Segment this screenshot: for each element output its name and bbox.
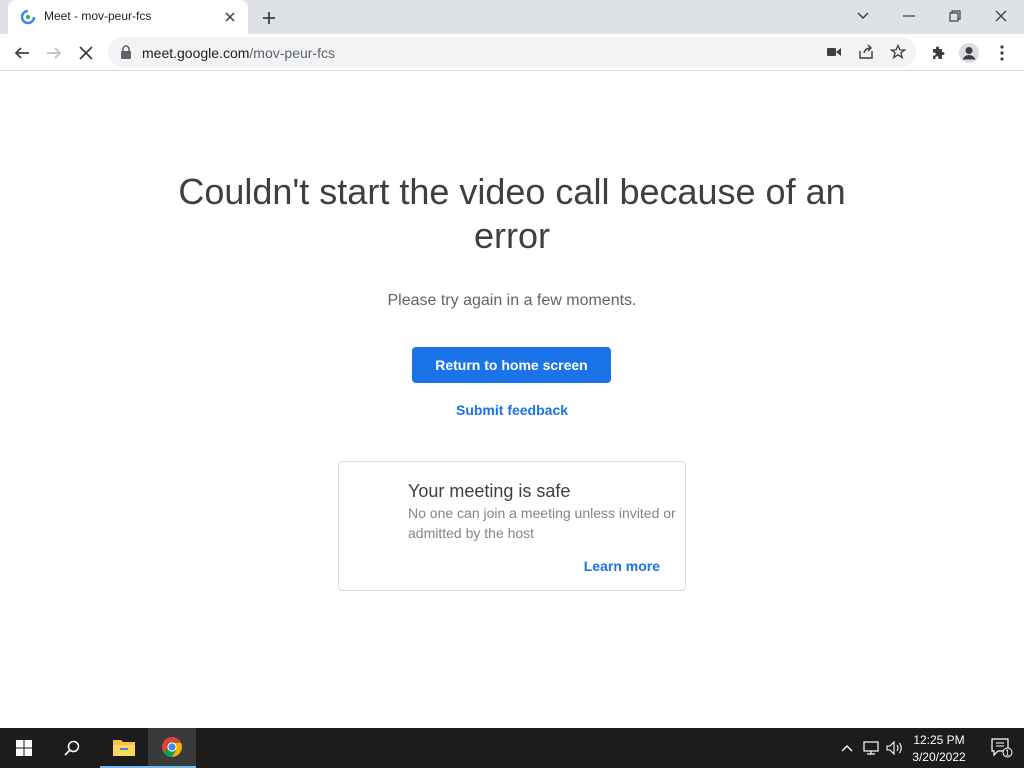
minimize-icon[interactable] bbox=[895, 4, 923, 28]
network-icon[interactable] bbox=[861, 738, 881, 758]
forward-arrow-icon[interactable] bbox=[41, 40, 67, 66]
url-text[interactable]: meet.google.com/mov-peur-fcs bbox=[142, 45, 335, 61]
system-clock[interactable]: 12:25 PM 3/20/2022 bbox=[900, 732, 978, 766]
clock-date: 3/20/2022 bbox=[912, 750, 966, 764]
browser-tab-meet[interactable]: Meet - mov-peur-fcs bbox=[8, 0, 248, 34]
meet-error-page: Couldn't start the video call because of… bbox=[0, 72, 1024, 728]
close-window-icon[interactable] bbox=[987, 4, 1015, 28]
camera-in-use-icon[interactable] bbox=[824, 42, 844, 62]
notification-count: 1 bbox=[1005, 748, 1010, 757]
back-arrow-icon[interactable] bbox=[9, 40, 35, 66]
learn-more-link[interactable]: Learn more bbox=[584, 558, 660, 574]
submit-feedback-link[interactable]: Submit feedback bbox=[412, 402, 612, 418]
share-icon[interactable] bbox=[856, 42, 876, 62]
tab-title: Meet - mov-peur-fcs bbox=[44, 9, 152, 23]
profile-avatar-icon[interactable] bbox=[956, 40, 982, 66]
windows-taskbar: 12:25 PM 3/20/2022 1 bbox=[0, 728, 1024, 768]
url-path: /mov-peur-fcs bbox=[249, 45, 335, 61]
tab-search-chevron-icon[interactable] bbox=[849, 4, 877, 28]
bookmark-star-icon[interactable] bbox=[888, 42, 908, 62]
address-bar[interactable]: meet.google.com/mov-peur-fcs bbox=[108, 37, 916, 67]
tab-strip: Meet - mov-peur-fcs bbox=[0, 0, 1024, 34]
error-subtext: Please try again in a few moments. bbox=[387, 292, 637, 309]
browser-menu-icon[interactable] bbox=[989, 40, 1015, 66]
card-text: No one can join a meeting unless invited… bbox=[408, 505, 676, 541]
lock-icon[interactable] bbox=[120, 45, 132, 59]
card-title: Your meeting is safe bbox=[408, 481, 571, 501]
stop-loading-icon[interactable] bbox=[73, 40, 99, 66]
browser-toolbar: meet.google.com/mov-peur-fcs bbox=[0, 34, 1024, 71]
search-icon[interactable] bbox=[48, 728, 96, 768]
file-explorer-icon[interactable] bbox=[100, 728, 148, 768]
extensions-puzzle-icon[interactable] bbox=[925, 40, 951, 66]
error-heading: Couldn't start the video call because of… bbox=[178, 171, 846, 256]
meeting-safe-card: Your meeting is safe No one can join a m… bbox=[338, 461, 686, 591]
close-tab-icon[interactable] bbox=[222, 9, 238, 25]
action-center-notification-icon[interactable]: 1 bbox=[980, 728, 1024, 768]
show-hidden-icons-chevron-icon[interactable] bbox=[837, 738, 857, 758]
return-to-home-button[interactable]: Return to home screen bbox=[412, 347, 611, 383]
clock-time: 12:25 PM bbox=[913, 733, 965, 747]
google-meet-favicon-icon bbox=[20, 9, 36, 25]
restore-icon[interactable] bbox=[941, 4, 969, 28]
windows-start-icon[interactable] bbox=[0, 728, 48, 768]
chrome-icon[interactable] bbox=[148, 728, 196, 768]
url-host: meet.google.com bbox=[142, 45, 250, 61]
new-tab-button[interactable] bbox=[258, 7, 280, 29]
